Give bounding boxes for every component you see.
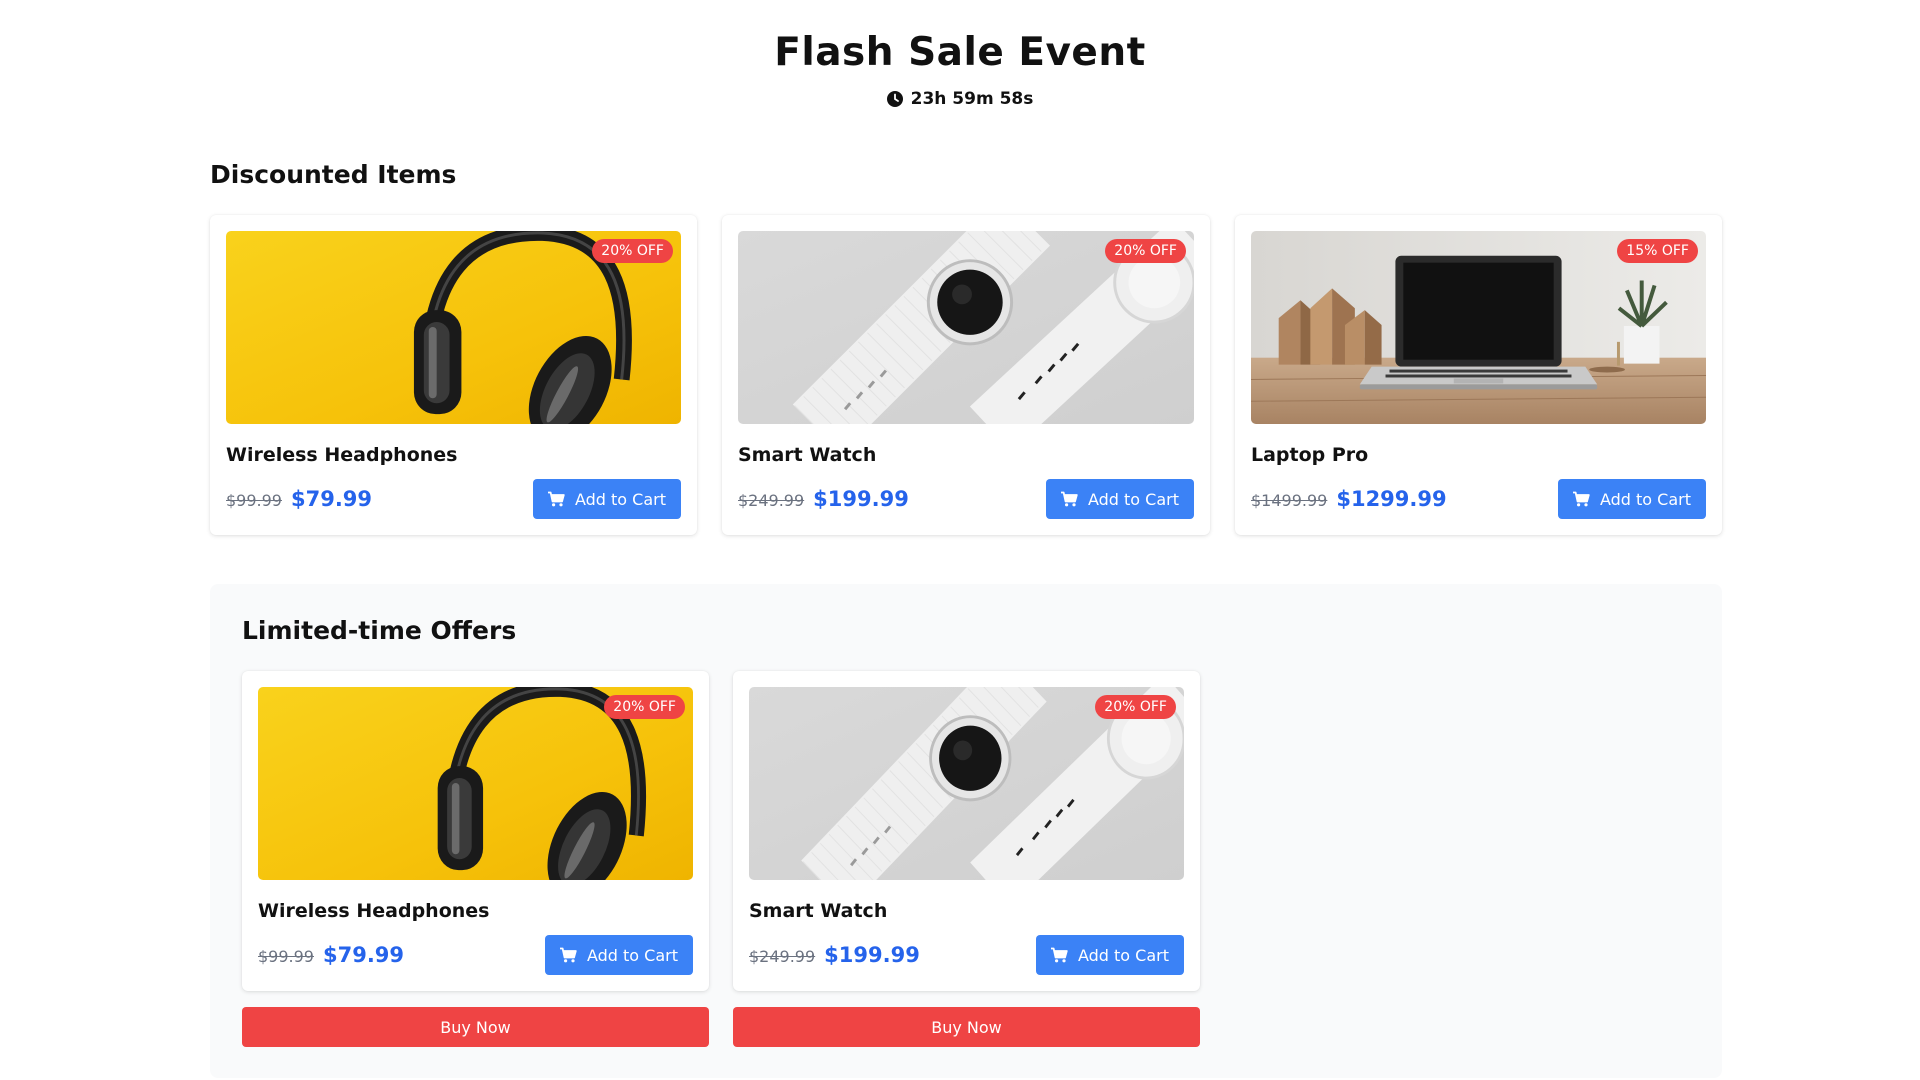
product-card: 20% OFF Smart Watch $249.99 $199.99 Add … bbox=[733, 671, 1200, 991]
discount-badge: 20% OFF bbox=[604, 695, 685, 719]
product-image: 20% OFF bbox=[749, 687, 1184, 880]
cart-icon bbox=[1050, 947, 1068, 963]
page-header: Flash Sale Event 23h 59m 58s bbox=[0, 0, 1920, 109]
product-name: Laptop Pro bbox=[1251, 444, 1369, 466]
discounted-items-section: Discounted Items 20% OFF Wireless Headph… bbox=[210, 160, 1722, 535]
product-card: 20% OFF Wireless Headphones $99.99 $79.9… bbox=[210, 215, 697, 535]
product-footer: $99.99 $79.99 Add to Cart bbox=[226, 479, 681, 519]
discounted-grid: 20% OFF Wireless Headphones $99.99 $79.9… bbox=[210, 215, 1722, 535]
countdown-timer: 23h 59m 58s bbox=[0, 89, 1920, 109]
original-price: $99.99 bbox=[258, 947, 314, 966]
original-price: $249.99 bbox=[738, 491, 805, 510]
product-name: Wireless Headphones bbox=[226, 444, 458, 466]
product-card: 15% OFF Laptop Pro $1499.99 $1299.99 Add… bbox=[1235, 215, 1722, 535]
price-group: $99.99 $79.99 bbox=[226, 487, 372, 511]
add-to-cart-label: Add to Cart bbox=[1599, 489, 1691, 509]
add-to-cart-label: Add to Cart bbox=[1087, 489, 1179, 509]
price-group: $99.99 $79.99 bbox=[258, 943, 404, 967]
product-image: 20% OFF bbox=[258, 687, 693, 880]
clock-icon bbox=[887, 91, 903, 107]
cart-icon bbox=[1060, 491, 1078, 507]
cart-icon bbox=[1572, 491, 1590, 507]
price-group: $249.99 $199.99 bbox=[738, 487, 909, 511]
offers-grid: 20% OFF Wireless Headphones $99.99 $79.9… bbox=[242, 671, 1690, 1047]
product-footer: $249.99 $199.99 Add to Cart bbox=[738, 479, 1194, 519]
cart-icon bbox=[547, 491, 565, 507]
product-footer: $249.99 $199.99 Add to Cart bbox=[749, 935, 1184, 975]
countdown-value: 23h 59m 58s bbox=[910, 89, 1034, 109]
section-title-discounted: Discounted Items bbox=[210, 160, 457, 189]
discount-badge: 20% OFF bbox=[1105, 239, 1186, 263]
cart-icon bbox=[559, 947, 577, 963]
page-title: Flash Sale Event bbox=[774, 30, 1146, 75]
original-price: $249.99 bbox=[749, 947, 816, 966]
add-to-cart-button[interactable]: Add to Cart bbox=[1045, 479, 1194, 519]
product-card: 20% OFF Wireless Headphones $99.99 $79.9… bbox=[242, 671, 709, 991]
sale-price: $199.99 bbox=[824, 943, 920, 967]
original-price: $99.99 bbox=[226, 491, 282, 510]
buy-now-button[interactable]: Buy Now bbox=[733, 1007, 1200, 1047]
product-name: Smart Watch bbox=[738, 444, 877, 466]
limited-offers-section: Limited-time Offers 20% OFF Wireless Hea… bbox=[210, 584, 1722, 1078]
price-group: $249.99 $199.99 bbox=[749, 943, 920, 967]
add-to-cart-button[interactable]: Add to Cart bbox=[532, 479, 681, 519]
price-group: $1499.99 $1299.99 bbox=[1251, 487, 1447, 511]
add-to-cart-button[interactable]: Add to Cart bbox=[1035, 935, 1184, 975]
product-image: 20% OFF bbox=[226, 231, 681, 424]
original-price: $1499.99 bbox=[1251, 491, 1328, 510]
add-to-cart-label: Add to Cart bbox=[586, 945, 678, 965]
sale-price: $79.99 bbox=[290, 487, 373, 511]
discount-badge: 15% OFF bbox=[1617, 239, 1698, 263]
add-to-cart-label: Add to Cart bbox=[1077, 945, 1169, 965]
product-image: 20% OFF bbox=[738, 231, 1194, 424]
sale-price: $79.99 bbox=[322, 943, 405, 967]
product-image: 15% OFF bbox=[1251, 231, 1706, 424]
sale-price: $199.99 bbox=[813, 487, 909, 511]
add-to-cart-button[interactable]: Add to Cart bbox=[544, 935, 693, 975]
section-title-offers: Limited-time Offers bbox=[242, 616, 517, 645]
add-to-cart-button[interactable]: Add to Cart bbox=[1557, 479, 1706, 519]
product-footer: $99.99 $79.99 Add to Cart bbox=[258, 935, 693, 975]
discount-badge: 20% OFF bbox=[1095, 695, 1176, 719]
product-name: Smart Watch bbox=[749, 900, 888, 922]
buy-now-button[interactable]: Buy Now bbox=[242, 1007, 709, 1047]
product-name: Wireless Headphones bbox=[258, 900, 490, 922]
add-to-cart-label: Add to Cart bbox=[574, 489, 666, 509]
flash-sale-page: Flash Sale Event 23h 59m 58s Discounted … bbox=[0, 0, 1920, 1080]
discount-badge: 20% OFF bbox=[592, 239, 673, 263]
product-footer: $1499.99 $1299.99 Add to Cart bbox=[1251, 479, 1706, 519]
product-card: 20% OFF Smart Watch $249.99 $199.99 Add … bbox=[722, 215, 1210, 535]
sale-price: $1299.99 bbox=[1336, 487, 1447, 511]
offer-item: 20% OFF Wireless Headphones $99.99 $79.9… bbox=[242, 671, 709, 1047]
offer-item: 20% OFF Smart Watch $249.99 $199.99 Add … bbox=[733, 671, 1200, 1047]
